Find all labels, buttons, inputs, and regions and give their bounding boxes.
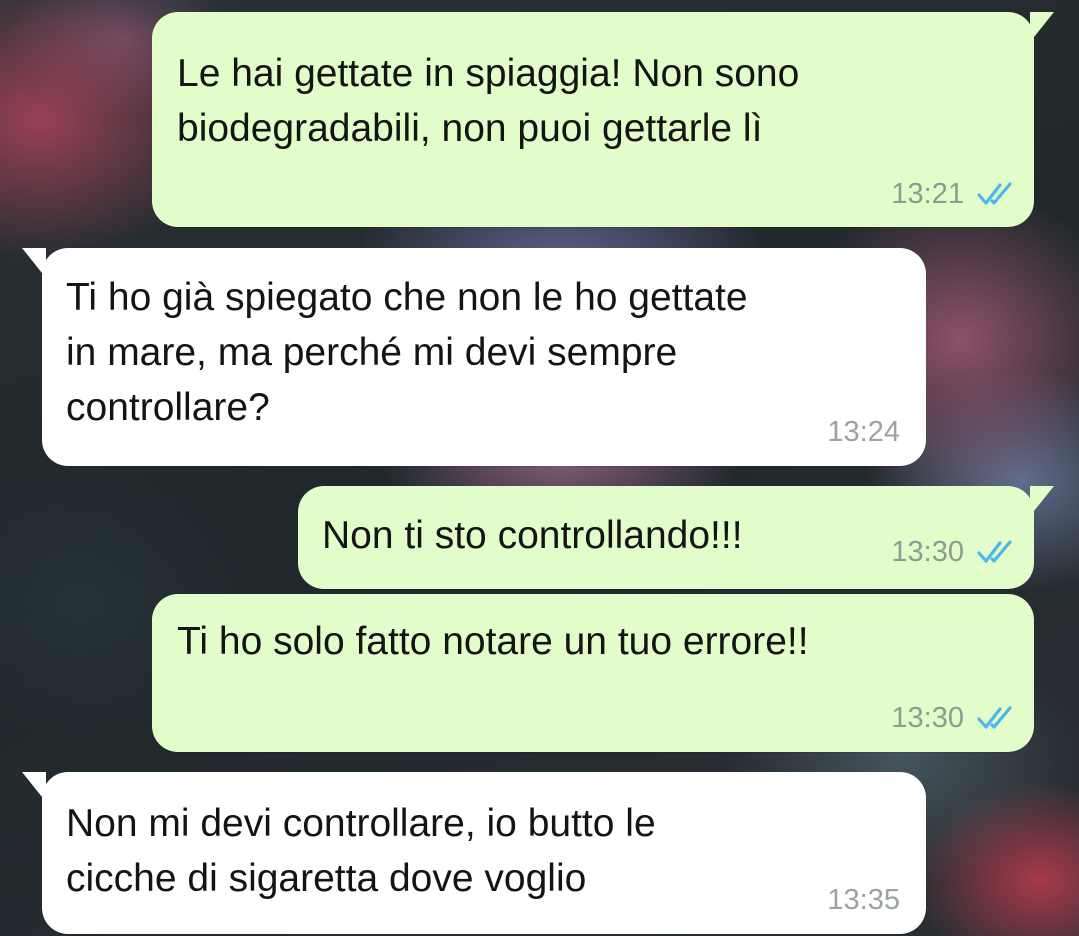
message-meta: 13:30 [891, 536, 1020, 568]
message-text: Ti ho solo fatto notare un tuo errore!! [177, 620, 809, 663]
bubble-tail [22, 248, 46, 278]
message-meta: 13:30 [891, 702, 1020, 734]
message-bubble-incoming[interactable]: Non mi devi controllare, io butto le cic… [22, 772, 926, 934]
bubble-tail [1030, 486, 1054, 516]
message-time: 13:35 [827, 884, 900, 916]
message-meta: 13:24 [827, 416, 900, 448]
double-check-read-icon [977, 540, 1012, 563]
message-time: 13:21 [891, 178, 964, 210]
double-check-read-icon [977, 706, 1012, 729]
message-text: Non ti sto controllando!!! [322, 514, 743, 557]
message-bubble-outgoing[interactable]: Le hai gettate in spiaggia! Non sono bio… [152, 12, 1054, 227]
bubble-tail [22, 772, 46, 802]
message-bubble-incoming[interactable]: Ti ho già spiegato che non le ho gettate… [22, 248, 926, 466]
bubble-tail [1030, 12, 1054, 42]
message-time: 13:30 [891, 536, 964, 568]
message-meta: 13:35 [827, 884, 900, 916]
message-text: Non mi devi controllare, io butto le cic… [66, 802, 656, 900]
message-text: Ti ho già spiegato che non le ho gettate… [66, 276, 748, 429]
message-bubble-outgoing[interactable]: Ti ho solo fatto notare un tuo errore!! … [152, 594, 1034, 752]
message-meta: 13:21 [891, 178, 1020, 210]
double-check-read-icon [977, 182, 1012, 205]
message-time: 13:30 [891, 702, 964, 734]
message-text: Le hai gettate in spiaggia! Non sono bio… [177, 52, 800, 150]
message-time: 13:24 [827, 416, 900, 448]
message-bubble-outgoing[interactable]: Non ti sto controllando!!! 13:30 [298, 486, 1054, 589]
